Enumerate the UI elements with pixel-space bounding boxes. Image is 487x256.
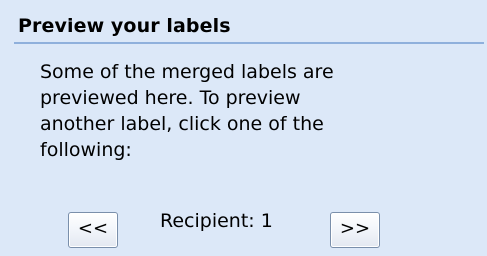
- description-line-2: previewed here. To preview: [40, 87, 301, 109]
- recipient-navigation: << Recipient: 1 >>: [68, 208, 408, 252]
- recipient-indicator: Recipient: 1: [160, 210, 273, 232]
- section-divider: [14, 42, 484, 44]
- description-line-1: Some of the merged labels are: [40, 61, 334, 83]
- preview-labels-pane: Preview your labels Some of the merged l…: [0, 0, 487, 256]
- description-text: Some of the merged labels are previewed …: [40, 59, 440, 163]
- section-title: Preview your labels: [18, 15, 231, 37]
- previous-recipient-button[interactable]: <<: [68, 212, 118, 248]
- description-line-3: another label, click one of the: [40, 113, 324, 135]
- next-recipient-button[interactable]: >>: [330, 212, 380, 248]
- description-line-4: following:: [40, 139, 132, 161]
